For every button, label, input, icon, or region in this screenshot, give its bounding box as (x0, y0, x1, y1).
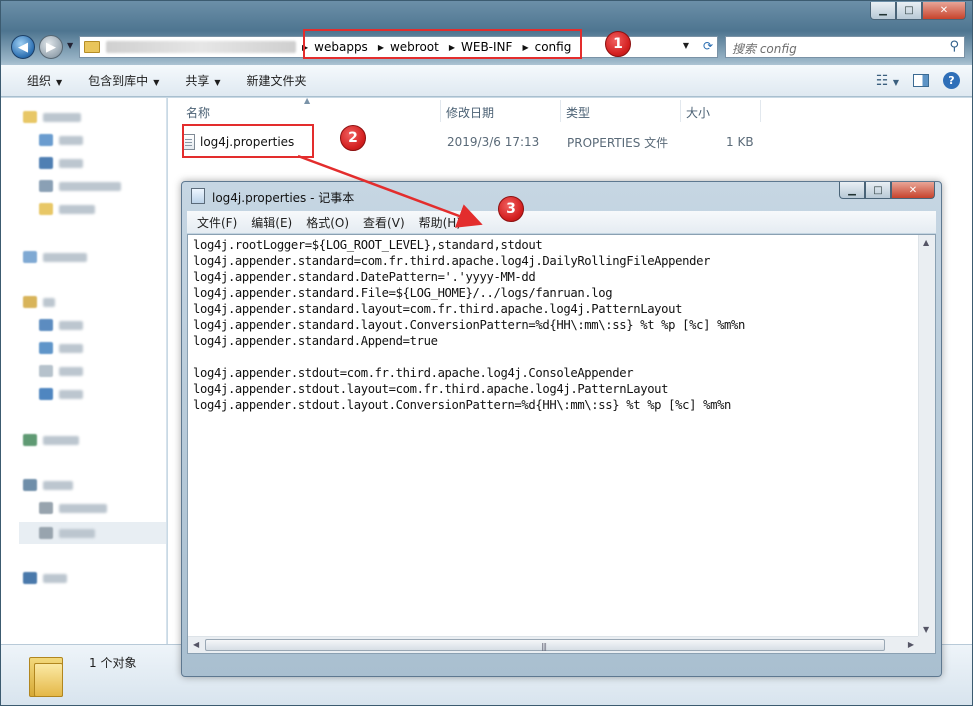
annotation-arrow (297, 154, 483, 228)
annotation-badge-3: 3 (498, 196, 524, 222)
annotation-badge-1: 1 (605, 31, 631, 57)
annotation-badge-2: 2 (340, 125, 366, 151)
